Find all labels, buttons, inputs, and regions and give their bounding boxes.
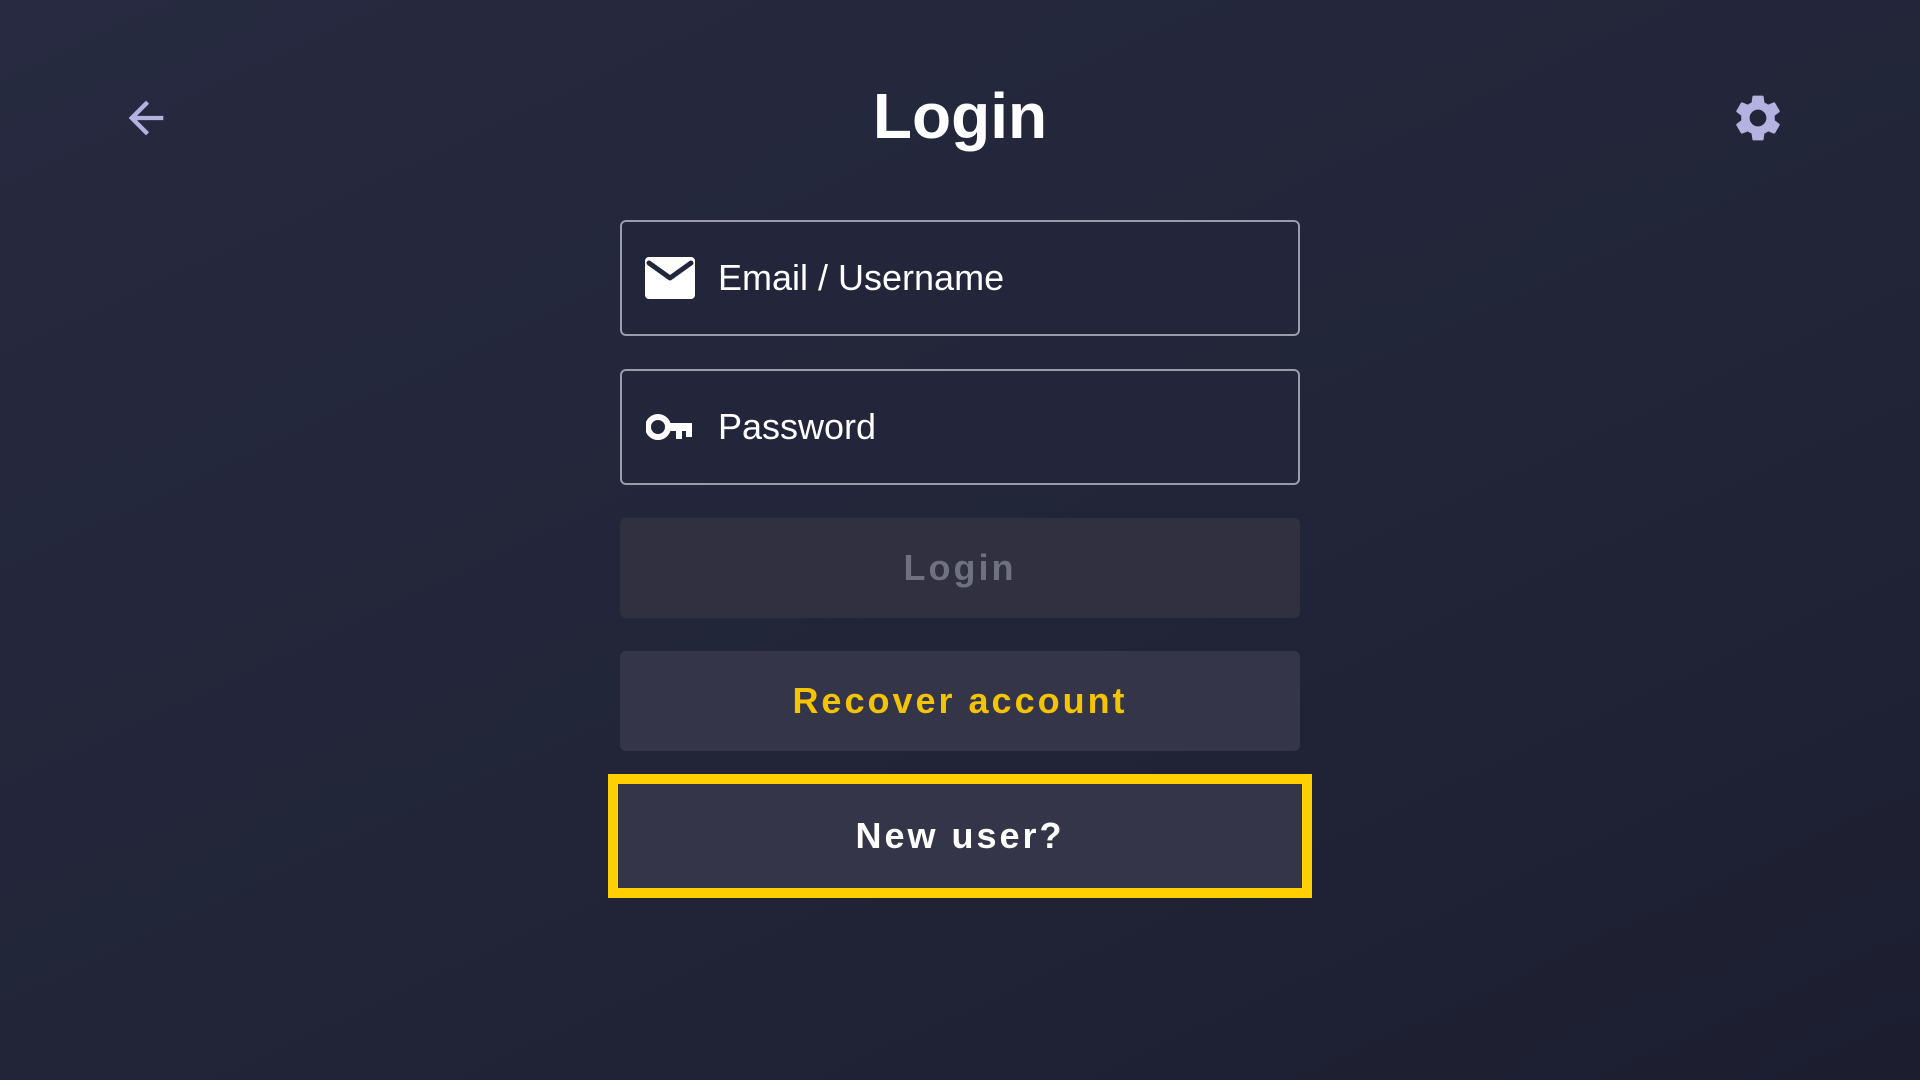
- password-input[interactable]: [718, 371, 1278, 483]
- page-title: Login: [872, 80, 1048, 152]
- envelope-icon: [642, 250, 698, 306]
- new-user-button[interactable]: New user?: [620, 786, 1300, 886]
- password-field-container[interactable]: [620, 369, 1300, 485]
- gear-icon: [1730, 90, 1786, 151]
- header-bar: Login: [0, 0, 1920, 240]
- key-icon: [642, 399, 698, 455]
- new-user-focus-highlight: New user?: [608, 774, 1312, 898]
- login-form: Login Recover account New user?: [608, 220, 1312, 898]
- email-input[interactable]: [718, 222, 1278, 334]
- settings-button[interactable]: [1718, 80, 1798, 160]
- login-button[interactable]: Login: [620, 518, 1300, 618]
- email-field-container[interactable]: [620, 220, 1300, 336]
- recover-account-button[interactable]: Recover account: [620, 651, 1300, 751]
